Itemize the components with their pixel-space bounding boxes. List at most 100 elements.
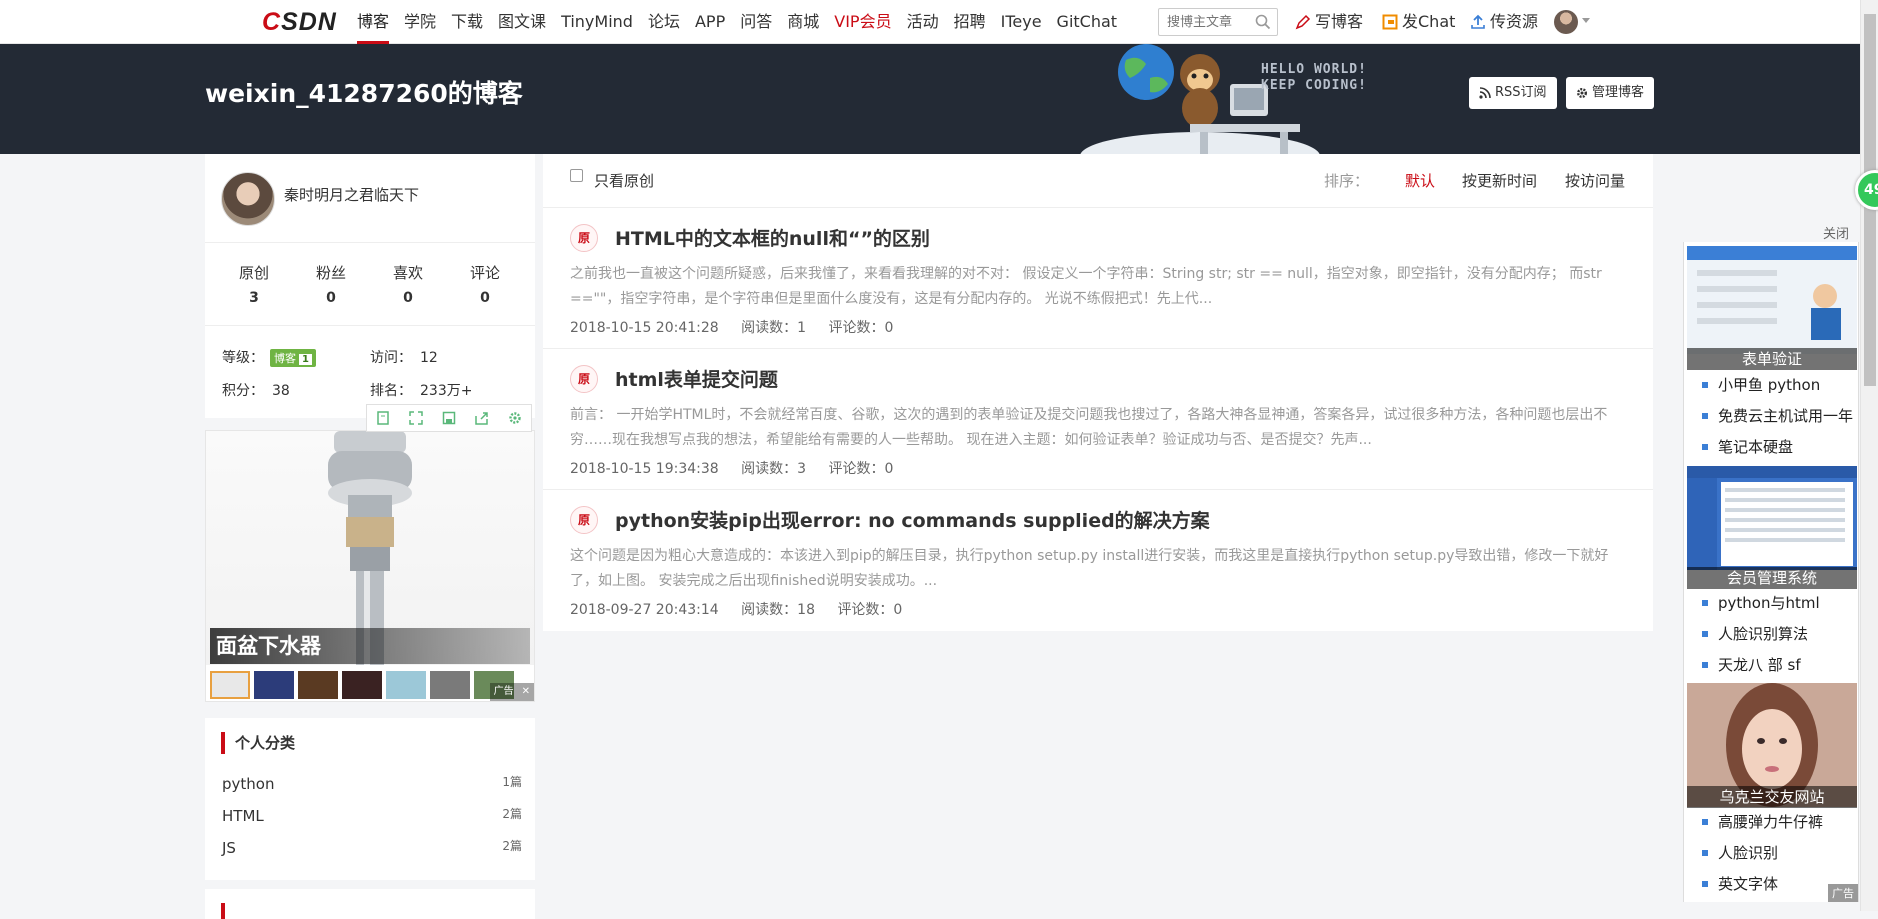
bookmark-icon[interactable] <box>376 411 390 425</box>
article-title[interactable]: html表单提交问题 <box>615 365 778 392</box>
category-item[interactable]: python 1篇 <box>222 775 522 795</box>
ad-thumb[interactable] <box>298 671 338 699</box>
sort-default[interactable]: 默认 <box>1405 170 1435 191</box>
left-ad[interactable]: 面盆下水器 广告 ✕ <box>205 430 535 702</box>
ad-image[interactable] <box>1687 246 1857 354</box>
ad-caption[interactable]: 面盆下水器 <box>210 628 530 664</box>
chevron-down-icon[interactable] <box>1582 18 1590 23</box>
article-summary[interactable]: 这个问题是因为粗心大意造成的：本该进入到pip的解压目录，执行python se… <box>570 544 1630 594</box>
share-icon[interactable] <box>475 411 489 425</box>
article-item: 原 HTML中的文本框的null和“”的区别 之前我也一直被这个问题所疑惑，后来… <box>543 208 1653 349</box>
categories-title: 个人分类 <box>221 732 295 754</box>
upload-icon <box>1471 14 1485 29</box>
nav-item-mall[interactable]: 商城 <box>787 0 827 44</box>
search-input[interactable] <box>1159 9 1251 35</box>
ad-link[interactable]: 天龙八 部 sf <box>1702 654 1801 675</box>
manage-blog-label: 管理博客 <box>1592 85 1645 100</box>
manage-blog-button[interactable]: 管理博客 <box>1566 77 1655 109</box>
nav-item-course[interactable]: 图文课 <box>498 0 554 44</box>
ad-thumb[interactable] <box>342 671 382 699</box>
nav-item-forum[interactable]: 论坛 <box>648 0 688 44</box>
article-title[interactable]: python安装pip出现error: no commands supplied… <box>615 506 1210 533</box>
next-card <box>205 889 535 919</box>
nav-item-download[interactable]: 下载 <box>451 0 491 44</box>
floating-count-badge[interactable]: 49 <box>1855 170 1878 210</box>
article-reads: 阅读数：18 <box>741 602 815 618</box>
nav-item-activity[interactable]: 活动 <box>907 0 947 44</box>
ad-link[interactable]: 笔记本硬盘 <box>1702 436 1793 457</box>
category-count: 2篇 <box>502 839 522 853</box>
divider <box>205 242 535 243</box>
ad-caption[interactable]: 会员管理系统 <box>1687 567 1857 589</box>
level-badge[interactable]: 博客 1 <box>270 349 316 367</box>
ad-link[interactable]: 免费云主机试用一年 <box>1702 405 1853 426</box>
ad-caption[interactable]: 乌克兰交友网站 <box>1687 786 1857 808</box>
ad-link[interactable]: 英文字体 <box>1702 873 1778 894</box>
user-avatar[interactable] <box>1554 10 1578 34</box>
hello-world-text: HELLO WORLD! KEEP CODING! <box>1261 62 1367 94</box>
write-blog-link[interactable]: 写博客 <box>1295 0 1363 44</box>
category-item[interactable]: JS 2篇 <box>222 839 522 859</box>
close-ad-button[interactable]: 关闭 <box>1823 223 1849 242</box>
nav-item-jobs[interactable]: 招聘 <box>954 0 994 44</box>
write-blog-label: 写博客 <box>1315 12 1364 31</box>
article-date: 2018-09-27 20:43:14 <box>570 602 719 618</box>
ad-thumb[interactable] <box>386 671 426 699</box>
ad-link[interactable]: python与html <box>1702 592 1820 613</box>
rss-subscribe-button[interactable]: RSS订阅 <box>1469 77 1557 109</box>
category-item[interactable]: HTML 2篇 <box>222 807 522 827</box>
upload-resource-link[interactable]: 传资源 <box>1470 0 1538 44</box>
sort-by-visits[interactable]: 按访问量 <box>1565 170 1625 191</box>
ad-image[interactable] <box>1687 466 1857 570</box>
article-date: 2018-10-15 20:41:28 <box>570 320 719 336</box>
stat-label: 喜欢 <box>392 264 423 282</box>
profile-avatar[interactable] <box>221 172 275 226</box>
nav-item-app[interactable]: APP <box>695 0 733 44</box>
publish-chat-link[interactable]: 发Chat <box>1382 0 1455 44</box>
points-info: 积分： 38 <box>222 380 290 400</box>
vertical-scrollbar[interactable] <box>1860 0 1878 911</box>
article-title[interactable]: HTML中的文本框的null和“”的区别 <box>615 224 930 251</box>
ad-thumb[interactable] <box>430 671 470 699</box>
search-icon[interactable] <box>1255 14 1271 30</box>
article-item: 原 html表单提交问题 前言： 一开始学HTML时，不会就经常百度、谷歌，这次… <box>543 349 1653 490</box>
nav-item-vip[interactable]: VIP会员 <box>834 0 899 44</box>
nav-item-iteye[interactable]: ITeye <box>1001 0 1050 44</box>
close-icon[interactable]: ✕ <box>517 683 534 701</box>
hello-line-1: HELLO WORLD! <box>1261 62 1367 77</box>
ad-tag-label: 广告 <box>489 683 518 701</box>
category-name: HTML <box>222 807 264 825</box>
settings-icon[interactable] <box>508 411 522 425</box>
nav-item-tinymind[interactable]: TinyMind <box>561 0 641 44</box>
nav-item-qa[interactable]: 问答 <box>740 0 780 44</box>
original-only-label[interactable]: 只看原创 <box>594 170 654 191</box>
nav-item-gitchat[interactable]: GitChat <box>1057 0 1126 44</box>
ad-thumb[interactable] <box>254 671 294 699</box>
visits-label: 访问： <box>370 350 412 366</box>
original-only-checkbox[interactable] <box>570 169 583 182</box>
category-name: JS <box>222 839 236 857</box>
ad-link[interactable]: 小甲鱼 python <box>1702 374 1820 395</box>
article-summary[interactable]: 之前我也一直被这个问题所疑惑，后来我懂了，来看看我理解的对不对： 假设定义一个字… <box>570 262 1630 312</box>
ad-thumb[interactable] <box>210 671 250 699</box>
profile-name[interactable]: 秦时明月之君临天下 <box>284 184 419 205</box>
fullscreen-icon[interactable] <box>409 411 423 425</box>
article-comments: 评论数：0 <box>837 602 903 618</box>
article-reads: 阅读数：1 <box>741 320 807 336</box>
article-summary[interactable]: 前言： 一开始学HTML时，不会就经常百度、谷歌，这次的遇到的表单验证及提交问题… <box>570 403 1630 453</box>
ad-caption[interactable]: 表单验证 <box>1687 348 1857 370</box>
csdn-logo[interactable]: CSDN <box>262 8 337 37</box>
ad-link[interactable]: 人脸识别算法 <box>1702 623 1808 644</box>
ad-link[interactable]: 高腰弹力牛仔裤 <box>1702 811 1823 832</box>
nav-menu: 博客 学院 下载 图文课 TinyMind 论坛 APP 问答 商城 VIP会员… <box>357 0 1132 44</box>
nav-item-blog[interactable]: 博客 <box>357 0 397 44</box>
save-icon[interactable] <box>442 411 456 425</box>
filter-bar: 只看原创 排序： 默认 按更新时间 按访问量 <box>543 154 1653 208</box>
stat-value: 3 <box>249 290 259 306</box>
ad-link[interactable]: 人脸识别 <box>1702 842 1778 863</box>
points-label: 积分： <box>222 383 264 399</box>
sort-by-update[interactable]: 按更新时间 <box>1462 170 1537 191</box>
nav-item-academy[interactable]: 学院 <box>404 0 444 44</box>
gear-icon <box>1577 88 1587 98</box>
right-ad: 表单验证 小甲鱼 python 免费云主机试用一年 笔记本硬盘 会员管理系统 p… <box>1683 242 1859 902</box>
